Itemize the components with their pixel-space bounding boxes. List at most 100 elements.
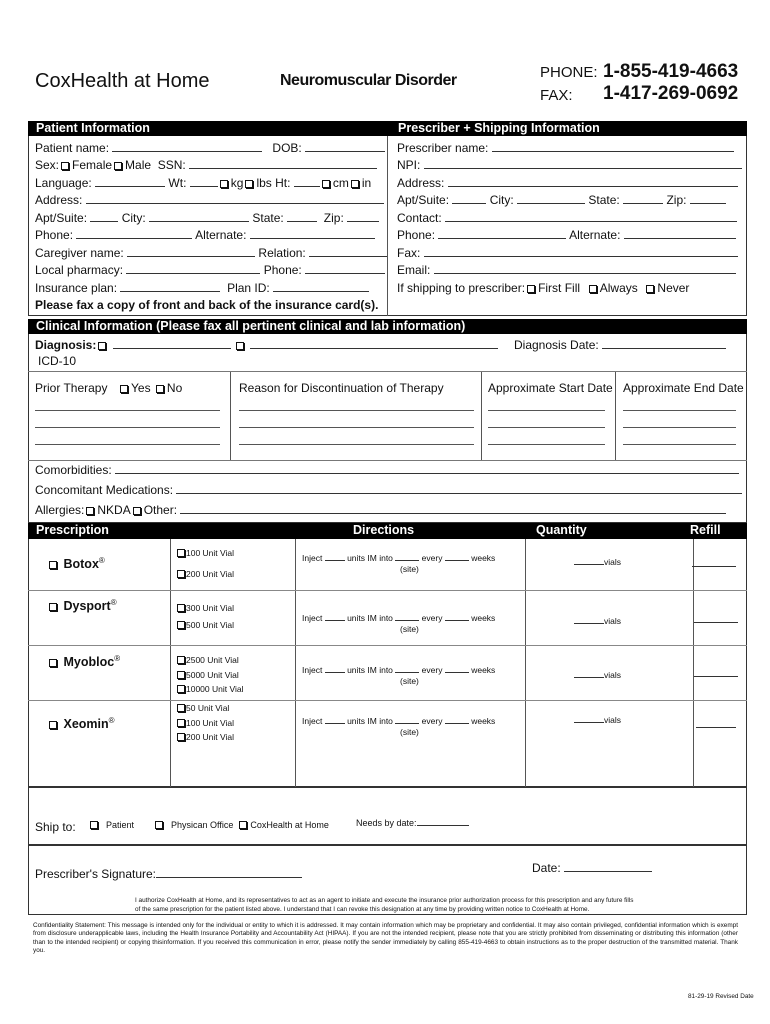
checkbox[interactable] [177,718,185,727]
checkbox[interactable] [177,685,185,693]
checkbox[interactable] [155,385,164,393]
blank-line[interactable] [395,716,420,724]
blank-line[interactable] [689,194,726,204]
vial-option[interactable]: 50 Unit Vial [177,703,229,713]
blank-line[interactable] [347,212,380,222]
checkbox[interactable] [321,180,330,188]
patient-phone-field[interactable]: Phone: Alternate: [35,228,375,242]
blank-line[interactable] [395,665,420,673]
vial-option[interactable]: 500 Unit Vial [177,620,234,630]
blank-line[interactable] [305,142,386,152]
blank-line[interactable] [120,282,221,292]
refill-field[interactable] [696,727,736,728]
checkbox[interactable] [86,507,95,515]
caregiver-field[interactable]: Caregiver name: Relation: [35,246,388,260]
blank-line[interactable] [273,282,370,292]
checkbox[interactable] [177,704,185,712]
diagnosis-field[interactable]: Diagnosis: [35,338,499,352]
blank-line[interactable] [623,427,736,428]
directions-field[interactable]: Inject units IM into every weeks [302,613,495,623]
blank-line[interactable] [112,339,231,349]
checkbox[interactable] [177,733,185,741]
blank-line[interactable] [250,339,499,349]
checkbox[interactable] [98,342,107,350]
drug-option[interactable]: Xeomin® [47,716,115,731]
checkbox[interactable] [236,342,245,350]
prescriber-fax-field[interactable]: Fax: [397,246,738,260]
allergies-field[interactable]: Allergies: NKDA Other: [35,503,727,517]
checkbox[interactable] [219,180,228,188]
ship-to-patient[interactable]: Patient [88,820,134,830]
checkbox[interactable] [49,603,57,612]
blank-line[interactable] [239,410,474,411]
blank-line[interactable] [423,247,738,257]
insurance-field[interactable]: Insurance plan: Plan ID: [35,281,370,295]
needs-by-date-field[interactable]: Needs by date: [356,818,469,828]
checkbox[interactable] [114,162,123,170]
quantity-field[interactable]: vials [574,670,621,680]
blank-line[interactable] [416,818,469,826]
checkbox[interactable] [132,507,141,515]
blank-line[interactable] [574,715,604,723]
blank-line[interactable] [491,142,734,152]
vial-option[interactable]: 100 Unit Vial [177,718,234,728]
blank-line[interactable] [395,613,420,621]
vial-option[interactable]: 5000 Unit Vial [177,670,239,680]
blank-line[interactable] [189,177,218,187]
blank-line[interactable] [126,264,261,274]
checkbox[interactable] [177,604,185,612]
blank-line[interactable] [305,264,386,274]
directions-field[interactable]: Inject units IM into every weeks [302,716,495,726]
blank-line[interactable] [35,410,220,411]
checkbox[interactable] [61,162,70,170]
blank-line[interactable] [85,194,384,204]
quantity-field[interactable]: vials [574,616,621,626]
blank-line[interactable] [189,159,378,169]
prescriber-apt-city-field[interactable]: Apt/Suite: City: State: Zip: [397,193,726,207]
blank-line[interactable] [112,142,263,152]
blank-line[interactable] [35,427,220,428]
checkbox[interactable] [177,656,185,664]
blank-line[interactable] [324,613,345,621]
blank-line[interactable] [623,194,664,204]
checkbox[interactable] [49,721,57,730]
blank-line[interactable] [433,264,736,274]
concomitant-field[interactable]: Concomitant Medications: [35,483,743,497]
blank-line[interactable] [444,716,469,724]
blank-line[interactable] [602,339,727,349]
blank-line[interactable] [324,665,345,673]
blank-line[interactable] [444,613,469,621]
checkbox[interactable] [350,180,359,188]
date-field[interactable]: Date: [532,861,653,875]
blank-line[interactable] [239,427,474,428]
checkbox[interactable] [90,821,98,829]
directions-field[interactable]: Inject units IM into every weeks [302,553,495,563]
directions-field[interactable]: Inject units IM into every weeks [302,665,495,675]
patient-apt-city-field[interactable]: Apt/Suite: City: State: Zip: [35,211,380,225]
blank-line[interactable] [488,410,605,411]
drug-option[interactable]: Dysport® [47,598,117,613]
blank-line[interactable] [35,444,220,445]
checkbox[interactable] [155,821,163,829]
blank-line[interactable] [444,553,469,561]
checkbox[interactable] [527,285,536,293]
blank-line[interactable] [239,444,474,445]
refill-field[interactable] [694,622,738,623]
npi-field[interactable]: NPI: [397,158,742,172]
shipping-options[interactable]: If shipping to prescriber: First Fill Alw… [397,281,689,295]
drug-option[interactable]: Myobloc® [47,654,120,669]
checkbox[interactable] [177,570,185,578]
comorbidities-field[interactable]: Comorbidities: [35,463,740,477]
refill-field[interactable] [694,676,738,677]
checkbox[interactable] [239,821,248,829]
blank-line[interactable] [90,212,119,222]
sex-ssn-field[interactable]: Sex: Female Male SSN: [35,158,378,172]
blank-line[interactable] [623,410,736,411]
vial-option[interactable]: 2500 Unit Vial [177,655,239,665]
blank-line[interactable] [324,553,345,561]
checkbox[interactable] [646,285,655,293]
blank-line[interactable] [488,427,605,428]
blank-line[interactable] [488,444,605,445]
vial-option[interactable]: 10000 Unit Vial [177,684,244,694]
blank-line[interactable] [452,194,487,204]
